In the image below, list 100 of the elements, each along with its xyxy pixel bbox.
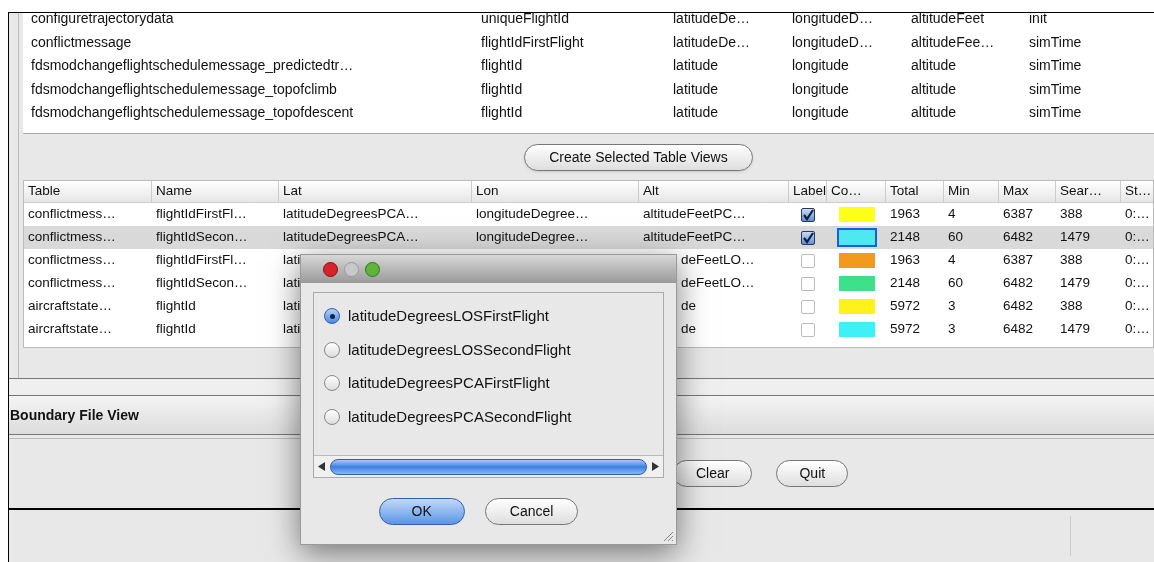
table-cell: conflictmessage bbox=[31, 33, 132, 50]
table-cell: longitude bbox=[792, 57, 849, 74]
table-cell-text: latitudeDegreesPCA… bbox=[283, 228, 419, 247]
button[interactable]: Cancel bbox=[484, 497, 579, 525]
checkbox[interactable] bbox=[801, 230, 815, 245]
column-header[interactable]: Co… bbox=[827, 181, 886, 202]
color-swatch[interactable] bbox=[838, 322, 875, 337]
panel-title: Boundary File View bbox=[10, 405, 139, 425]
table-cell-text: 6387 bbox=[1003, 251, 1034, 270]
radio-button[interactable] bbox=[324, 341, 340, 358]
table-cell: latitudeDe… bbox=[673, 33, 751, 50]
button[interactable]: Quit bbox=[776, 460, 849, 487]
radio-button[interactable] bbox=[324, 375, 340, 392]
table-cell-text: conflictmess… bbox=[28, 205, 116, 224]
table-cell: flightId bbox=[481, 80, 523, 97]
table-cell-text: 6482 bbox=[1003, 228, 1034, 247]
checkbox[interactable] bbox=[801, 299, 815, 314]
option-label[interactable]: latitudeDegreesPCAFirstFlight bbox=[348, 372, 550, 395]
table-cell-text: conflictmess… bbox=[28, 274, 116, 293]
table-cell: fdsmodchangeflightschedulemessage_topofclimb bbox=[31, 80, 337, 97]
table-row[interactable]: conflictmess… flightIdSecon… latitudeDegreesPCA… longitudeDegree… altitudeFeetPC… 2148 60 6482 1479 0:… bbox=[24, 226, 1153, 249]
color-swatch[interactable] bbox=[838, 253, 875, 268]
column-header[interactable]: Lat bbox=[279, 181, 472, 202]
table-cell-text: 1963 bbox=[890, 205, 921, 224]
table-cell-text: flightIdFirstFl… bbox=[156, 205, 247, 224]
table-cell: latitudeDe… bbox=[673, 13, 751, 27]
table-cell-text: 0:… bbox=[1125, 251, 1150, 270]
table-cell: flightIdFirstFlight bbox=[481, 33, 584, 50]
column-header[interactable]: St… bbox=[1121, 181, 1154, 202]
color-swatch[interactable] bbox=[838, 207, 875, 222]
table-cell-text: flightIdSecon… bbox=[156, 228, 248, 247]
table-cell-text: 0:… bbox=[1125, 274, 1150, 293]
table-cell-text: lati bbox=[283, 274, 301, 293]
table-cell-text: altitudeFeetPC… bbox=[643, 228, 746, 247]
table-cell-text: 0:… bbox=[1125, 297, 1150, 316]
table-cell-text: 1479 bbox=[1060, 228, 1091, 247]
table-cell: simTime bbox=[1029, 57, 1082, 74]
table-cell-text: 4 bbox=[948, 251, 956, 270]
button[interactable]: OK bbox=[378, 497, 465, 525]
color-swatch[interactable] bbox=[838, 276, 875, 291]
table-cell-text: 1479 bbox=[1060, 320, 1091, 339]
radio-button[interactable] bbox=[324, 308, 340, 325]
table-cell-text: longitudeDegree… bbox=[476, 228, 589, 247]
table-cell-text: 5972 bbox=[890, 297, 921, 316]
table-cell-text: 1479 bbox=[1060, 274, 1091, 293]
table-cell-text: lati bbox=[283, 251, 301, 270]
column-header[interactable]: Total bbox=[886, 181, 944, 202]
table-cell: altitudeFeet bbox=[911, 13, 985, 27]
table-cell: altitude bbox=[911, 104, 957, 121]
table-cell-text: aircraftstate… bbox=[28, 320, 113, 339]
table-cell: fdsmodchangeflightschedulemessage_topofdescent bbox=[31, 104, 354, 121]
resize-grip-icon[interactable] bbox=[662, 530, 674, 542]
table-cell-text: altitudeFeetPC… bbox=[643, 205, 746, 224]
scroll-right-icon[interactable] bbox=[651, 462, 659, 471]
table-cell: longitude bbox=[792, 80, 849, 97]
scroll-left-icon[interactable] bbox=[318, 462, 326, 471]
table-cell-text: 3 bbox=[948, 320, 956, 339]
table-cell-text: 6482 bbox=[1003, 320, 1034, 339]
option-label[interactable]: latitudeDegreesPCASecondFlight bbox=[348, 405, 572, 428]
table-cell: longitudeD… bbox=[792, 13, 873, 27]
table-cell: simTime bbox=[1029, 80, 1082, 97]
table-cell-text: 4 bbox=[948, 205, 956, 224]
table-cell-text: aircraftstate… bbox=[28, 297, 113, 316]
table-cell-text: de bbox=[681, 320, 697, 339]
checkbox[interactable] bbox=[801, 276, 815, 291]
column-header[interactable]: Max bbox=[999, 181, 1056, 202]
color-swatch[interactable] bbox=[838, 299, 875, 314]
table-cell-text: 60 bbox=[948, 274, 964, 293]
table-cell-text: flightIdSecon… bbox=[156, 274, 248, 293]
table-cell-text: de bbox=[681, 297, 697, 316]
table-cell-text: 5972 bbox=[890, 320, 921, 339]
table-cell-text: deFeetLO… bbox=[681, 251, 755, 270]
column-header[interactable]: Min bbox=[944, 181, 999, 202]
table-cell-text: 3 bbox=[948, 297, 956, 316]
radio-button[interactable] bbox=[324, 408, 340, 425]
column-header[interactable]: Label bbox=[789, 181, 827, 202]
checkbox[interactable] bbox=[801, 253, 815, 268]
option-label[interactable]: latitudeDegreesLOSFirstFlight bbox=[348, 305, 549, 328]
option-label[interactable]: latitudeDegreesLOSSecondFlight bbox=[348, 338, 571, 361]
column-header[interactable]: Lon bbox=[472, 181, 639, 202]
column-header[interactable]: Alt bbox=[639, 181, 789, 202]
table-cell-text: lati bbox=[283, 297, 301, 316]
table-cell: latitude bbox=[673, 80, 719, 97]
table-cell: longitude bbox=[792, 104, 849, 121]
column-header[interactable]: Name bbox=[152, 181, 279, 202]
create-views-button[interactable]: Create Selected Table Views bbox=[524, 143, 753, 171]
checkbox[interactable] bbox=[801, 322, 815, 337]
column-header[interactable]: Sear… bbox=[1056, 181, 1121, 202]
close-icon[interactable] bbox=[323, 261, 338, 277]
horizontal-scrollbar[interactable] bbox=[314, 455, 663, 477]
color-swatch[interactable] bbox=[838, 230, 875, 245]
table-cell-text: 6482 bbox=[1003, 274, 1034, 293]
checkbox[interactable] bbox=[801, 207, 815, 222]
table-cell: simTime bbox=[1029, 33, 1082, 50]
table-cell: altitudeFee… bbox=[911, 33, 995, 50]
table-cell-text: 0:… bbox=[1125, 320, 1150, 339]
column-header[interactable]: Table bbox=[24, 181, 152, 202]
table-cell: configuretrajectorydata bbox=[31, 13, 174, 27]
minimize-icon[interactable] bbox=[344, 261, 359, 277]
zoom-icon[interactable] bbox=[365, 261, 380, 277]
